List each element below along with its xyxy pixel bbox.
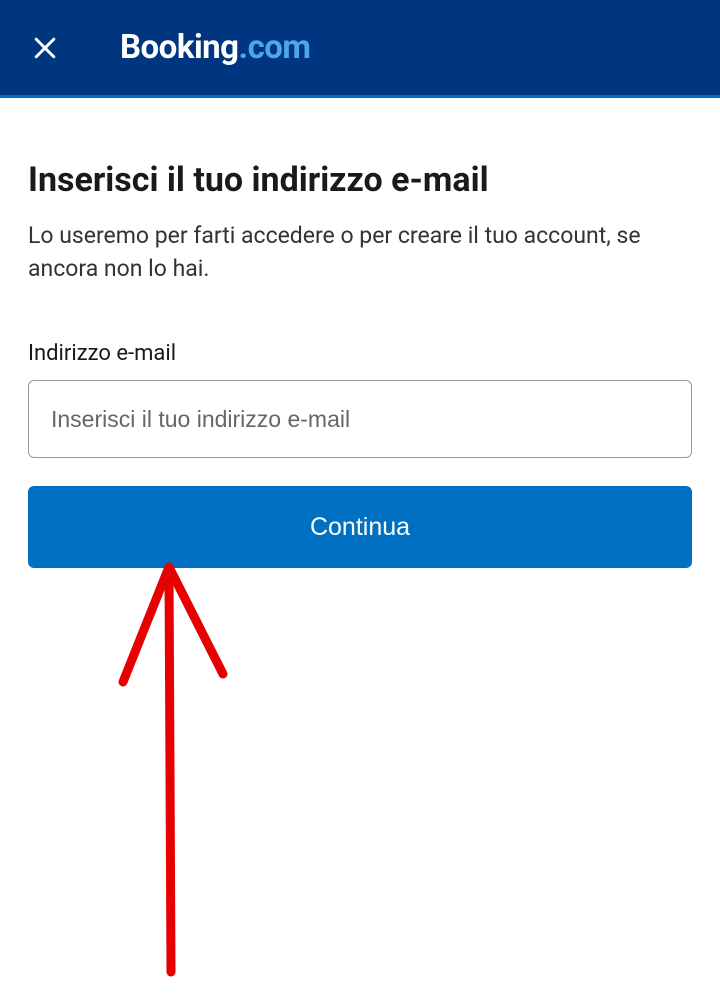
page-subtitle: Lo useremo per farti accedere o per crea… bbox=[28, 219, 692, 286]
page-title: Inserisci il tuo indirizzo e-mail bbox=[28, 160, 692, 201]
email-label: Indirizzo e-mail bbox=[28, 341, 692, 366]
continue-button[interactable]: Continua bbox=[28, 486, 692, 568]
logo-text-com: .com bbox=[239, 28, 311, 67]
arrow-annotation-icon bbox=[105, 552, 255, 982]
header: Booking.com bbox=[0, 0, 720, 98]
close-icon[interactable] bbox=[28, 31, 62, 65]
main-content: Inserisci il tuo indirizzo e-mail Lo use… bbox=[0, 98, 720, 568]
email-field[interactable] bbox=[28, 380, 692, 458]
logo: Booking.com bbox=[120, 28, 311, 67]
logo-text-booking: Booking bbox=[120, 28, 239, 67]
